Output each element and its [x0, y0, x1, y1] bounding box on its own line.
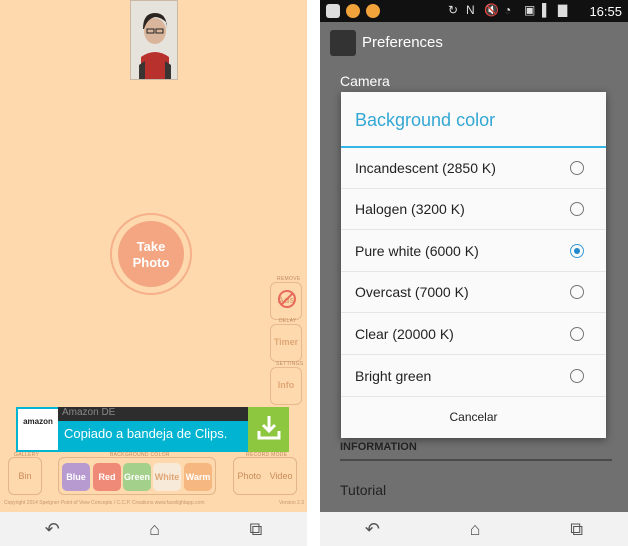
option-label: Pure white (6000 K) — [355, 243, 479, 259]
recent-apps-icon[interactable]: ⧉ — [570, 519, 583, 540]
nfc-icon: N — [466, 3, 475, 17]
ad-banner[interactable]: amazon Amazon DE Copiado a bandeja de Cl… — [16, 407, 289, 452]
app-icon[interactable] — [330, 30, 356, 56]
radio-button[interactable] — [570, 285, 584, 299]
option-label: Clear (20000 K) — [355, 326, 454, 342]
option-clear[interactable]: Clear (20000 K) — [341, 314, 606, 355]
take-photo-label: Take Photo — [118, 221, 184, 287]
option-overcast[interactable]: Overcast (7000 K) — [341, 272, 606, 313]
radio-button[interactable] — [570, 327, 584, 341]
clipboard-toast: Copiado a bandeja de Clips. — [64, 426, 228, 441]
bin-button[interactable]: Bin — [8, 457, 42, 495]
camera-section-header: Camera — [340, 73, 390, 89]
remove-ads-button[interactable]: Ads — [270, 282, 302, 320]
download-icon[interactable] — [248, 407, 289, 452]
sim-icon: ▣ — [524, 3, 536, 17]
radio-button[interactable] — [570, 202, 584, 216]
option-incandescent[interactable]: Incandescent (2850 K) — [341, 148, 606, 189]
record-mode-group: Photo Video — [233, 457, 297, 495]
info-label: Info — [277, 380, 295, 390]
option-label: Halogen (3200 K) — [355, 201, 465, 217]
copyright-line: Copyright 2014 Spelgner Point of View Co… — [4, 500, 205, 506]
home-icon[interactable]: ⌂ — [470, 519, 481, 540]
recent-apps-icon[interactable]: ⧉ — [249, 519, 262, 540]
cancel-button[interactable]: Cancelar — [341, 397, 606, 438]
bin-label: Bin — [18, 471, 32, 481]
home-icon[interactable]: ⌂ — [149, 519, 160, 540]
color-green-button[interactable]: Green — [123, 463, 151, 491]
status-bar: ↻ N 🔇 ◔ ▣ ▌ ▇ 16:55 — [320, 0, 628, 22]
back-icon[interactable]: ↶ — [365, 519, 380, 540]
video-mode-button[interactable]: Video — [270, 471, 293, 481]
battery-icon: ▇ — [558, 3, 568, 17]
app-notification-icon-2 — [366, 4, 380, 18]
take-photo-button[interactable]: Take Photo — [110, 213, 192, 295]
timer-button[interactable]: Timer — [270, 324, 302, 362]
option-pure-white[interactable]: Pure white (6000 K) — [341, 231, 606, 272]
dialog-title: Background color — [355, 110, 496, 130]
system-nav-bar: ↶ ⌂ ⧉ — [0, 512, 307, 546]
info-button[interactable]: Info — [270, 367, 302, 405]
action-bar: Preferences — [320, 22, 628, 62]
option-label: Overcast (7000 K) — [355, 284, 469, 300]
ad-title: Amazon DE — [58, 407, 248, 421]
sync-icon: ↻ — [448, 3, 459, 17]
color-red-button[interactable]: Red — [93, 463, 121, 491]
copyright-text: Copyright 2014 Spelgner Point of View Co… — [4, 500, 304, 506]
timer-label: Timer — [273, 337, 299, 347]
status-clock: 16:55 — [589, 4, 622, 19]
wifi-icon: ◔ — [504, 3, 512, 17]
option-halogen[interactable]: Halogen (3200 K) — [341, 189, 606, 230]
signal-icon: ▌ — [542, 3, 551, 17]
preferences-screen: ↻ N 🔇 ◔ ▣ ▌ ▇ 16:55 Preferences Camera B… — [320, 0, 628, 546]
no-ads-icon — [278, 290, 296, 308]
option-label: Bright green — [355, 368, 432, 384]
version-text: Version 2.3 — [278, 500, 304, 506]
photo-mode-button[interactable]: Photo — [238, 471, 262, 481]
option-label: Incandescent (2850 K) — [355, 160, 496, 176]
radio-button-selected[interactable] — [570, 244, 584, 258]
app-notification-icon — [346, 4, 360, 18]
color-white-button[interactable]: White — [153, 463, 181, 491]
facelight-app-screen: Take Photo REMOVE Ads DELAY Timer SETTIN… — [0, 0, 307, 546]
amazon-logo: amazon — [18, 409, 58, 450]
selfie-preview — [130, 0, 178, 80]
option-bright-green[interactable]: Bright green — [341, 356, 606, 397]
radio-button[interactable] — [570, 161, 584, 175]
image-notification-icon — [326, 4, 340, 18]
information-section-header: INFORMATION — [340, 441, 417, 453]
radio-button[interactable] — [570, 369, 584, 383]
back-icon[interactable]: ↶ — [45, 519, 60, 540]
system-nav-bar: ↶ ⌂ ⧉ — [320, 512, 628, 546]
mute-icon: 🔇 — [484, 3, 499, 17]
tutorial-item[interactable]: Tutorial — [340, 482, 386, 498]
background-color-dialog: Background color Incandescent (2850 K) H… — [341, 92, 606, 438]
section-divider — [340, 459, 612, 461]
color-blue-button[interactable]: Blue — [62, 463, 90, 491]
color-warm-button[interactable]: Warm — [184, 463, 212, 491]
page-title: Preferences — [362, 34, 443, 51]
